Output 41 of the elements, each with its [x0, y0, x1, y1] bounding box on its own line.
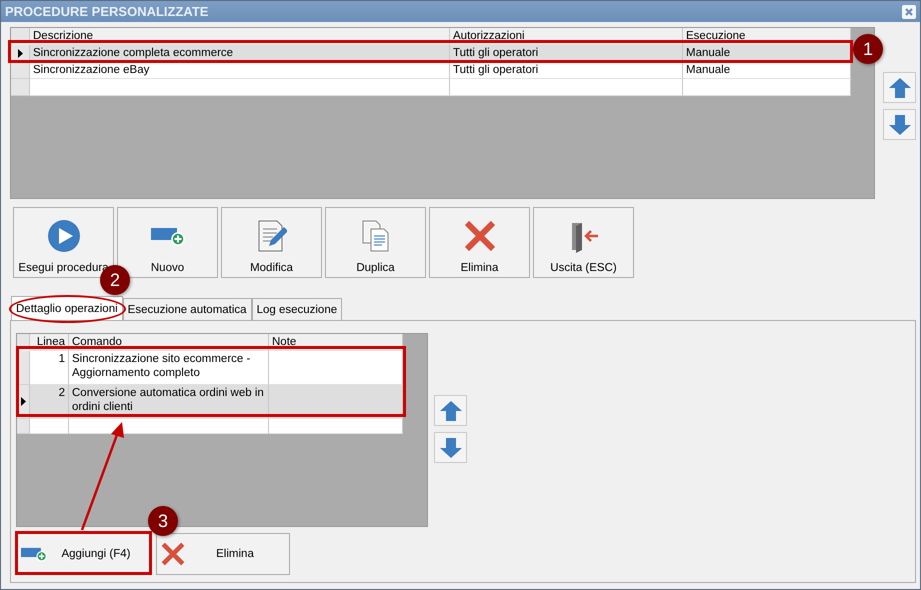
- copy-icon: [360, 219, 390, 253]
- close-icon[interactable]: [902, 4, 916, 18]
- add-icon: [21, 546, 47, 562]
- down-arrow-icon: [888, 114, 912, 136]
- down-arrow-icon: [438, 436, 462, 458]
- move-down-button[interactable]: [434, 432, 467, 463]
- table-cell: 2: [58, 387, 65, 399]
- play-icon: [46, 219, 80, 253]
- move-down-button[interactable]: [883, 109, 916, 140]
- up-arrow-icon: [888, 76, 912, 98]
- row-header-cell[interactable]: [11, 79, 30, 96]
- tab[interactable]: Dettaglio operazioni: [11, 296, 123, 320]
- column-header[interactable]: Linea: [30, 334, 69, 351]
- table-cell: Tutti gli operatori: [450, 62, 683, 79]
- row-header-cell[interactable]: [17, 419, 30, 434]
- column-header[interactable]: Comando: [69, 334, 269, 351]
- move-up-button[interactable]: [434, 395, 467, 426]
- document-pencil-icon: [256, 219, 286, 253]
- table-cell: 1: [58, 353, 65, 365]
- toolbar-button[interactable]: Duplica: [325, 207, 426, 278]
- table-cell: Sincronizzazione eBay: [30, 62, 450, 79]
- window-title: PROCEDURE PERSONALIZZATE: [5, 4, 208, 19]
- move-up-button[interactable]: [883, 72, 916, 103]
- add-icon: [150, 226, 184, 246]
- column-header[interactable]: Note: [269, 334, 403, 351]
- tab[interactable]: Esecuzione automatica: [122, 298, 252, 320]
- table-cell: Sincronizzazione completa ecommerce: [30, 45, 450, 62]
- toolbar-button[interactable]: Uscita (ESC): [533, 207, 634, 278]
- delete-icon: [161, 542, 185, 566]
- toolbar-button[interactable]: Modifica: [221, 207, 322, 278]
- tab[interactable]: Log esecuzione: [252, 298, 342, 320]
- table-row[interactable]: Sincronizzazione eBay Tutti gli operatori Manuale: [11, 62, 851, 79]
- table-cell: Tutti gli operatori: [450, 45, 683, 62]
- action-button[interactable]: Elimina: [156, 533, 290, 575]
- delete-icon: [464, 220, 496, 252]
- table-row[interactable]: 2 Conversione automatica ordini web in ordini clienti: [17, 385, 403, 419]
- table-cell: Conversione automatica ordini web in ordini clienti: [69, 385, 269, 419]
- table-cell: Manuale: [683, 62, 851, 79]
- toolbar-button[interactable]: Elimina: [429, 207, 530, 278]
- table-cell: Manuale: [683, 45, 851, 62]
- up-arrow-icon: [438, 400, 462, 422]
